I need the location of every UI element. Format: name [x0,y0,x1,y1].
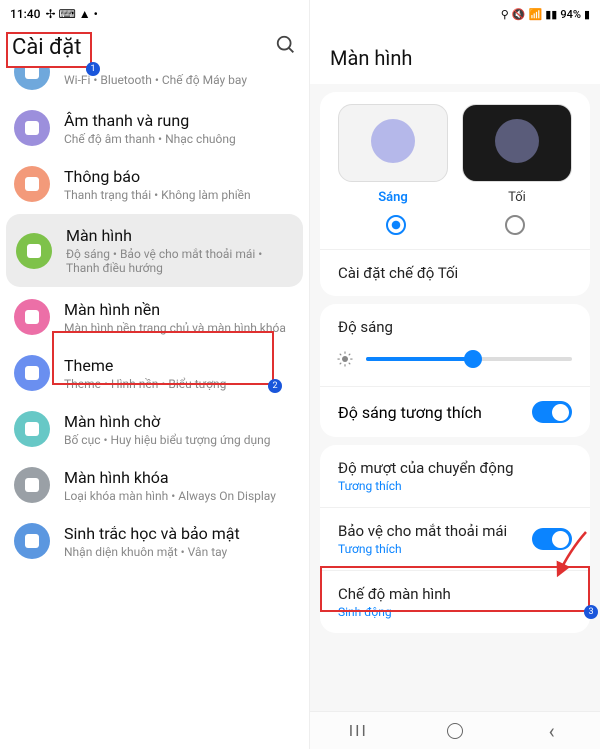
brightness-section: Độ sáng Độ sáng tương thích [320,304,590,437]
sidebar-item-3[interactable]: Màn hình Độ sáng • Bảo vệ cho mắt thoải m… [6,214,303,287]
item-icon [14,467,50,503]
item-icon [14,523,50,559]
display-title: Màn hình [310,28,600,84]
sidebar-item-1[interactable]: Âm thanh và rung Chế độ âm thanh • Nhạc c… [0,100,309,156]
eye-comfort-row[interactable]: Bảo vệ cho mắt thoải mái Tương thích [320,507,590,570]
sidebar-item-0[interactable]: Wi-Fi • Bluetooth • Chế độ Máy bay [0,68,309,100]
item-title: Thông báo [64,167,295,186]
item-title: Màn hình [66,226,293,245]
mute-icon: 🔇 [512,8,526,21]
sun-icon [336,350,354,368]
sidebar-item-7[interactable]: Màn hình khóa Loại khóa màn hình • Always… [0,457,309,513]
item-title: Màn hình nền [64,300,295,319]
item-subtitle: Chế độ âm thanh • Nhạc chuông [64,132,295,146]
sidebar-item-2[interactable]: Thông báo Thanh trạng thái • Không làm ph… [0,156,309,212]
radio-light[interactable] [386,215,406,235]
android-navbar: III ‹ [310,711,600,749]
eye-comfort-toggle[interactable] [532,528,572,550]
bluetooth-icon: ⚲ [501,8,509,21]
item-icon [14,68,50,90]
settings-sidebar: 11:40 ✢ ⌨ ▲ • Cài đặt Wi-Fi • Bluetooth … [0,0,310,749]
battery-icon: ▮ [584,8,590,21]
signal-icon: ▮▮ [545,8,557,21]
theme-option-dark[interactable]: Tối [462,104,572,205]
item-icon [14,299,50,335]
item-title: Theme [64,356,295,375]
item-subtitle: Độ sáng • Bảo vệ cho mắt thoải mái • Tha… [66,247,293,275]
status-time: 11:40 [10,7,40,21]
motion-smoothness-row[interactable]: Độ mượt của chuyển động Tương thích [320,445,590,507]
item-subtitle: Nhận diện khuôn mặt • Vân tay [64,545,295,559]
radio-dark[interactable] [505,215,525,235]
theme-dark-label: Tối [462,190,572,205]
settings-list[interactable]: Wi-Fi • Bluetooth • Chế độ Máy bay Âm tha… [0,68,309,749]
search-button[interactable] [275,34,297,60]
sidebar-item-4[interactable]: Màn hình nền Màn hình nền trang chủ và mà… [0,289,309,345]
item-title: Màn hình khóa [64,468,295,487]
screen-mode-row[interactable]: Chế độ màn hình Sinh động [320,570,590,633]
search-icon [275,34,297,56]
item-title: Màn hình chờ [64,412,295,431]
item-icon [16,233,52,269]
brightness-label: Độ sáng [320,304,590,340]
item-icon [14,411,50,447]
item-subtitle: Màn hình nền trang chủ và màn hình khóa [64,321,295,335]
adaptive-brightness-label: Độ sáng tương thích [338,403,482,422]
item-subtitle: Thanh trạng thái • Không làm phiền [64,188,295,202]
sidebar-item-8[interactable]: Sinh trắc học và bảo mật Nhận diện khuôn … [0,513,309,569]
nav-home[interactable] [445,721,465,741]
battery-text: 94% [560,8,581,21]
sidebar-item-5[interactable]: Theme Theme • Hình nền • Biểu tượng [0,345,309,401]
item-icon [14,166,50,202]
status-bar: 11:40 ✢ ⌨ ▲ • [0,0,309,28]
status-notif-icons: ✢ ⌨ ▲ • [45,7,97,21]
status-bar-right: ⚲ 🔇 📶 ▮▮ 94% ▮ [310,0,600,28]
item-title: Âm thanh và rung [64,111,295,130]
settings-title: Cài đặt [12,35,81,60]
theme-option-light[interactable]: Sáng [338,104,448,205]
item-subtitle: Loại khóa màn hình • Always On Display [64,489,295,503]
wifi-icon: 📶 [529,8,543,21]
nav-recent[interactable]: III [348,721,368,741]
item-subtitle: Theme • Hình nền • Biểu tượng [64,377,295,391]
sidebar-item-6[interactable]: Màn hình chờ Bố cục • Huy hiệu biểu tượng… [0,401,309,457]
theme-light-label: Sáng [338,190,448,205]
advanced-section: Độ mượt của chuyển động Tương thích Bảo … [320,445,590,633]
item-subtitle: Bố cục • Huy hiệu biểu tượng ứng dụng [64,433,295,447]
item-subtitle: Wi-Fi • Bluetooth • Chế độ Máy bay [64,73,295,87]
item-icon [14,355,50,391]
item-title: Sinh trắc học và bảo mật [64,524,295,543]
dark-mode-settings-row[interactable]: Cài đặt chế độ Tối [320,249,590,296]
theme-section: Sáng Tối Cài đặt chế độ Tối [320,92,590,296]
brightness-slider[interactable] [366,357,572,361]
item-icon [14,110,50,146]
adaptive-brightness-toggle[interactable] [532,401,572,423]
nav-back[interactable]: ‹ [542,721,562,741]
display-detail-pane: ⚲ 🔇 📶 ▮▮ 94% ▮ Màn hình Sáng Tối [310,0,600,749]
